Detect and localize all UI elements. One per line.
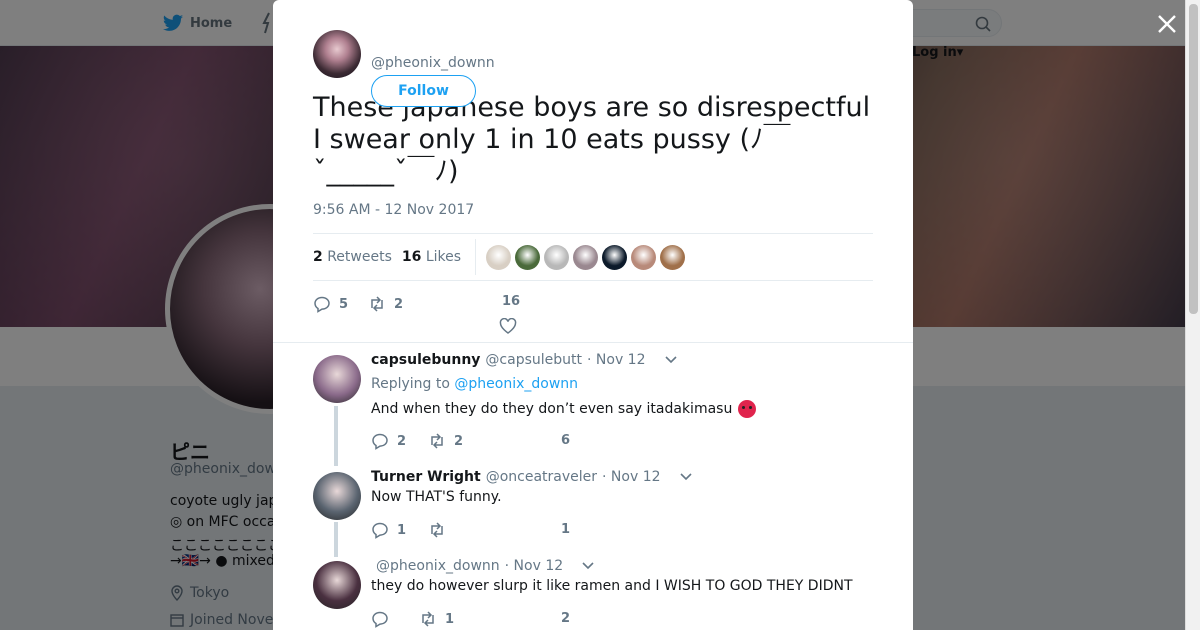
reply-actions: 1: [371, 521, 476, 539]
reply-avatar[interactable]: [313, 561, 361, 609]
reply-author-name[interactable]: capsulebunny: [371, 352, 480, 368]
thread-line: [334, 522, 338, 557]
replying-to-link[interactable]: @pheonix_downn: [454, 376, 578, 392]
like-count: 16: [501, 294, 521, 309]
liker-avatar[interactable]: [486, 244, 512, 270]
reply-author-handle[interactable]: @onceatraveler: [486, 469, 597, 485]
reply-date[interactable]: · Nov 12: [587, 352, 646, 368]
author-handle[interactable]: @pheonix_downn: [371, 55, 495, 71]
author-avatar[interactable]: [313, 30, 361, 78]
thread-line: [334, 406, 338, 466]
follow-button[interactable]: Follow: [371, 75, 476, 107]
liker-avatar[interactable]: [602, 244, 628, 270]
scrollbar[interactable]: [1185, 0, 1200, 630]
liker-avatar[interactable]: [660, 244, 686, 270]
tweet-actions: 5 2: [313, 292, 423, 316]
reply-text: And when they do they don’t even say ita…: [371, 400, 757, 418]
reply-actions: 2 2: [371, 432, 485, 450]
retweet-button[interactable]: 1: [419, 610, 454, 628]
reply-author-handle[interactable]: @pheonix_downn: [376, 558, 500, 574]
chevron-down-icon[interactable]: [582, 562, 594, 570]
retweets-stat[interactable]: 2 Retweets: [313, 249, 392, 265]
likes-stat[interactable]: 16 Likes: [402, 249, 461, 265]
like-count[interactable]: 2: [561, 611, 570, 626]
liker-avatar[interactable]: [515, 244, 541, 270]
chevron-down-icon[interactable]: [664, 356, 677, 364]
angry-face-icon: [738, 400, 757, 418]
reply-date[interactable]: · Nov 12: [602, 469, 661, 485]
liker-avatar[interactable]: [544, 244, 570, 270]
like-count[interactable]: 1: [561, 522, 570, 537]
reply-avatar[interactable]: [313, 472, 361, 520]
reply-header: @pheonix_downn · Nov 12: [371, 558, 594, 574]
close-icon[interactable]: [1156, 13, 1178, 35]
reply-button[interactable]: 2: [371, 432, 406, 450]
reply-text: they do however slurp it like ramen and …: [371, 578, 853, 594]
replying-to: Replying to @pheonix_downn: [371, 376, 579, 392]
like-count[interactable]: 6: [561, 433, 570, 448]
reply-date[interactable]: · Nov 12: [505, 558, 564, 574]
reply-button[interactable]: [371, 610, 397, 628]
liker-avatar[interactable]: [573, 244, 599, 270]
scrollbar-thumb[interactable]: [1189, 4, 1198, 314]
retweet-icon: [431, 522, 443, 538]
retweet-icon: [422, 611, 434, 627]
reply-icon: [372, 611, 388, 628]
tweet-modal: @pheonix_downn These japanese boys are s…: [273, 0, 913, 630]
reply-icon: [372, 433, 388, 450]
reply-button[interactable]: 1: [371, 521, 406, 539]
reply-header: capsulebunny @capsulebutt · Nov 12: [371, 352, 677, 368]
retweet-button[interactable]: [428, 521, 454, 539]
reply-author-handle[interactable]: @capsulebutt: [485, 352, 582, 368]
reply-header: Turner Wright @onceatraveler · Nov 12: [371, 469, 692, 485]
stat-divider: [475, 239, 477, 275]
heart-icon[interactable]: [499, 318, 517, 334]
tweet-timestamp[interactable]: 9:56 AM - 12 Nov 2017: [313, 202, 474, 218]
chevron-down-icon[interactable]: [679, 473, 692, 481]
reply-text: Now THAT'S funny.: [371, 489, 502, 505]
replies-divider: [273, 342, 913, 343]
retweet-button[interactable]: 2: [428, 432, 463, 450]
reply-button[interactable]: 5: [313, 295, 348, 313]
retweet-icon: [431, 433, 443, 449]
retweet-button[interactable]: 2: [368, 295, 403, 313]
reply-actions: 1: [371, 610, 476, 628]
liker-avatars: [486, 244, 686, 270]
liker-avatar[interactable]: [631, 244, 657, 270]
retweet-icon: [371, 296, 383, 312]
reply-icon: [314, 296, 330, 313]
reply-avatar[interactable]: [313, 355, 361, 403]
reply-icon: [372, 522, 388, 539]
tweet-stats: 2 Retweets 16 Likes: [313, 233, 873, 281]
reply-author-name[interactable]: Turner Wright: [371, 469, 481, 485]
